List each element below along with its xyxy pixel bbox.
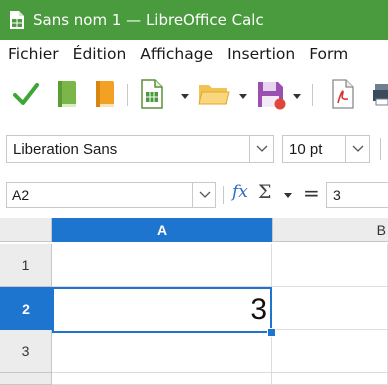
cell-a4[interactable]	[52, 373, 272, 385]
cell-b1[interactable]	[272, 244, 388, 287]
column-header-label: B	[376, 221, 386, 238]
row-header-label: 3	[21, 343, 30, 359]
cell-b3[interactable]	[272, 330, 388, 373]
font-size-dropdown-button[interactable]	[345, 135, 369, 163]
sum-icon[interactable]: Σ	[258, 181, 271, 203]
cell-a2-value: 3	[250, 293, 267, 326]
export-pdf-icon[interactable]	[331, 79, 355, 113]
select-all-corner[interactable]	[0, 218, 52, 242]
cell-a2-selected[interactable]: 3	[52, 287, 272, 333]
column-header-b[interactable]: B	[272, 218, 388, 242]
standard-toolbar	[0, 70, 388, 120]
autofill-handle[interactable]	[267, 328, 276, 337]
formula-equals-icon[interactable]: =	[303, 181, 320, 205]
chevron-down-icon	[352, 145, 364, 153]
save-dropdown-arrow-icon[interactable]	[293, 94, 301, 99]
open-dropdown-arrow-icon[interactable]	[239, 94, 247, 99]
menu-edition[interactable]: Édition	[73, 45, 127, 63]
column-header-a[interactable]: A	[52, 218, 272, 242]
cell-a1[interactable]	[52, 244, 272, 287]
font-name-value: Liberation Sans	[13, 140, 118, 158]
row-header-label: 1	[21, 257, 30, 273]
cell-b4[interactable]	[272, 373, 388, 385]
font-name-dropdown-button[interactable]	[249, 135, 273, 163]
formula-separator	[223, 186, 224, 204]
font-size-value: 10 pt	[289, 140, 323, 158]
green-book-icon[interactable]	[56, 80, 78, 112]
font-size-combobox[interactable]: 10 pt	[282, 135, 370, 163]
menu-affichage[interactable]: Affichage	[140, 45, 213, 63]
sum-dropdown-arrow-icon[interactable]	[284, 193, 292, 198]
toolbar-separator	[312, 84, 313, 106]
column-header-label: A	[156, 222, 168, 238]
menu-insertion[interactable]: Insertion	[227, 45, 295, 63]
menu-format[interactable]: Form	[309, 45, 348, 63]
chevron-down-icon	[199, 191, 211, 199]
new-dropdown-arrow-icon[interactable]	[181, 94, 189, 99]
cell-b2[interactable]	[272, 287, 388, 330]
function-wizard-icon[interactable]: fx	[232, 182, 248, 202]
toolbar-separator	[127, 84, 128, 106]
print-icon[interactable]	[373, 84, 388, 110]
menu-fichier[interactable]: Fichier	[8, 45, 59, 63]
row-header-3[interactable]: 3	[0, 330, 52, 373]
chevron-down-icon	[256, 145, 268, 153]
orange-book-icon[interactable]	[94, 80, 116, 112]
menu-bar: Fichier Édition Affichage Insertion Form	[0, 40, 388, 68]
row-header-label: 2	[22, 300, 30, 317]
new-spreadsheet-icon[interactable]	[140, 79, 164, 113]
formula-input[interactable]: 3	[326, 182, 388, 208]
name-box-value: A2	[12, 187, 30, 203]
open-folder-icon[interactable]	[198, 82, 230, 110]
toolbar-separator	[380, 138, 381, 160]
font-name-combobox[interactable]: Liberation Sans	[6, 135, 274, 163]
formula-input-value: 3	[333, 187, 341, 203]
checkmark-icon[interactable]	[12, 81, 40, 111]
cell-a3[interactable]	[52, 330, 272, 373]
save-icon[interactable]	[256, 80, 286, 114]
name-box[interactable]: A2	[6, 182, 216, 208]
row-header-4[interactable]	[0, 373, 52, 385]
calc-app-icon	[10, 11, 24, 29]
row-header-1[interactable]: 1	[0, 244, 52, 287]
row-header-2[interactable]: 2	[0, 287, 52, 330]
window-title: Sans nom 1 — LibreOffice Calc	[33, 11, 264, 29]
name-box-dropdown-button[interactable]	[192, 182, 216, 208]
title-bar: Sans nom 1 — LibreOffice Calc	[0, 0, 388, 40]
